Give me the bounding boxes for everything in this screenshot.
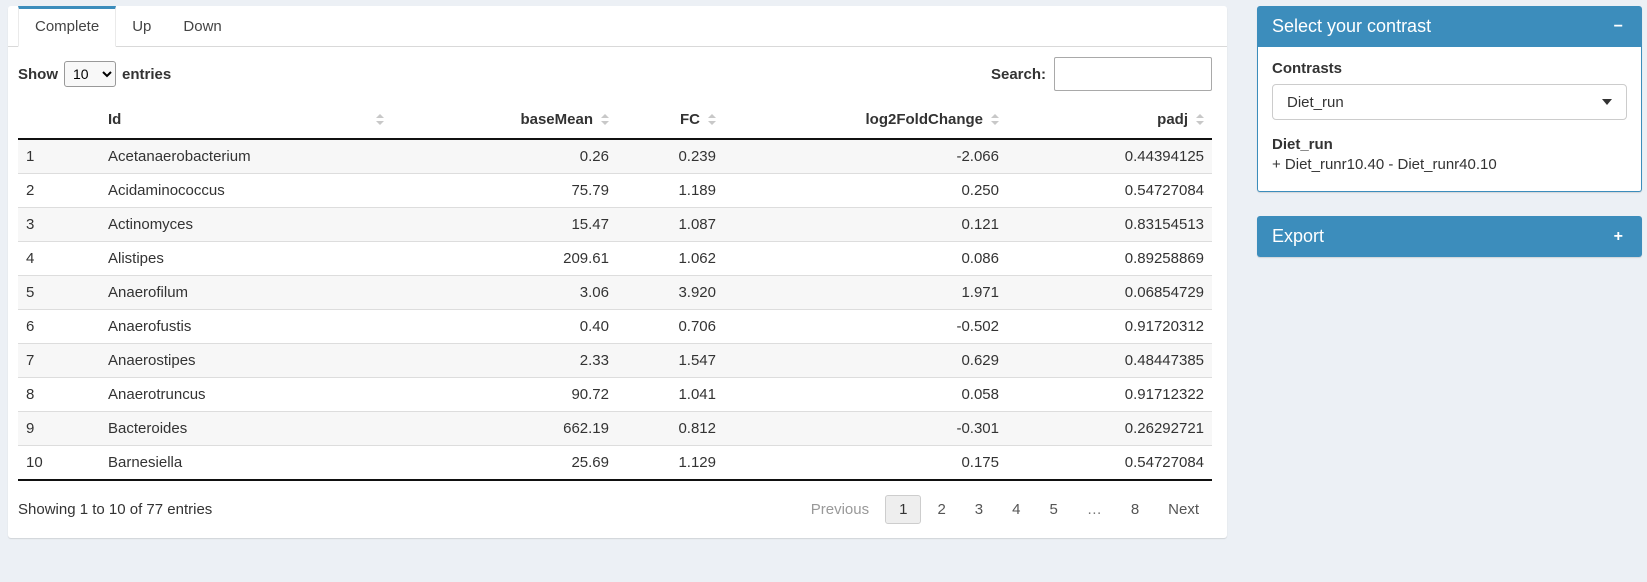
pagination-next[interactable]: Next <box>1155 496 1212 523</box>
contrasts-select-value: Diet_run <box>1287 94 1344 111</box>
contrasts-select[interactable]: Diet_run <box>1272 84 1627 120</box>
entries-label: entries <box>122 66 171 83</box>
page-length-select[interactable]: 10 <box>64 61 116 87</box>
pagination-ellipsis: … <box>1074 496 1115 523</box>
table-row[interactable]: 5 Anaerofilum 3.06 3.920 1.971 0.0685472… <box>18 276 1212 310</box>
column-header-index <box>18 101 100 139</box>
table-row[interactable]: 6 Anaerofustis 0.40 0.706 -0.502 0.91720… <box>18 310 1212 344</box>
search-control: Search: <box>991 57 1212 91</box>
sort-icon <box>1196 114 1204 125</box>
table-row[interactable]: 1 Acetanaerobacterium 0.26 0.239 -2.066 … <box>18 139 1212 174</box>
contrast-box-title: Select your contrast <box>1272 16 1431 37</box>
pagination-page-4[interactable]: 4 <box>999 496 1033 523</box>
export-box: Export + <box>1257 216 1642 257</box>
tab-up[interactable]: Up <box>116 6 167 47</box>
table-info: Showing 1 to 10 of 77 entries <box>18 501 212 518</box>
page-length-control: Show 10 entries <box>18 61 171 87</box>
column-header-padj[interactable]: padj <box>1007 101 1212 139</box>
collapse-plus-icon[interactable]: + <box>1610 227 1627 247</box>
sort-icon <box>991 114 999 125</box>
sort-icon <box>601 114 609 125</box>
search-label: Search: <box>991 66 1046 83</box>
tab-bar: Complete Up Down <box>8 6 1227 47</box>
sort-icon <box>376 114 384 125</box>
contrasts-label: Contrasts <box>1272 60 1627 77</box>
pagination: Previous 1 2 3 4 5 … 8 Next <box>795 495 1212 524</box>
contrast-name: Diet_run <box>1272 136 1627 153</box>
results-tabbox: Complete Up Down Show 10 entries Search: <box>8 6 1227 538</box>
pagination-page-1[interactable]: 1 <box>885 495 921 524</box>
tab-content: Show 10 entries Search: <box>8 47 1227 538</box>
tab-down[interactable]: Down <box>167 6 237 47</box>
header-row: Id baseMean FC log2FoldChange <box>18 101 1212 139</box>
pagination-page-5[interactable]: 5 <box>1036 496 1070 523</box>
table-row[interactable]: 8 Anaerotruncus 90.72 1.041 0.058 0.9171… <box>18 378 1212 412</box>
page: Complete Up Down Show 10 entries Search: <box>0 0 1647 582</box>
sidebar: Select your contrast − Contrasts Diet_ru… <box>1257 6 1642 257</box>
column-header-id[interactable]: Id <box>100 101 392 139</box>
column-header-fc[interactable]: FC <box>617 101 724 139</box>
column-header-basemean[interactable]: baseMean <box>392 101 617 139</box>
tab-complete[interactable]: Complete <box>18 6 116 47</box>
contrast-box: Select your contrast − Contrasts Diet_ru… <box>1257 6 1642 192</box>
table-footer: Showing 1 to 10 of 77 entries Previous 1… <box>18 481 1212 524</box>
contrast-box-header: Select your contrast − <box>1257 6 1642 47</box>
pagination-previous[interactable]: Previous <box>798 496 882 523</box>
table-row[interactable]: 3 Actinomyces 15.47 1.087 0.121 0.831545… <box>18 208 1212 242</box>
contrast-box-body: Contrasts Diet_run Diet_run + Diet_runr1… <box>1257 47 1642 192</box>
results-table: Id baseMean FC log2FoldChange <box>18 101 1212 481</box>
chevron-down-icon <box>1602 99 1612 105</box>
pagination-page-3[interactable]: 3 <box>962 496 996 523</box>
table-row[interactable]: 10 Barnesiella 25.69 1.129 0.175 0.54727… <box>18 446 1212 481</box>
pagination-page-2[interactable]: 2 <box>924 496 958 523</box>
column-header-log2foldchange[interactable]: log2FoldChange <box>724 101 1007 139</box>
show-label: Show <box>18 66 58 83</box>
table-row[interactable]: 9 Bacteroides 662.19 0.812 -0.301 0.2629… <box>18 412 1212 446</box>
collapse-minus-icon[interactable]: − <box>1610 17 1627 37</box>
table-row[interactable]: 4 Alistipes 209.61 1.062 0.086 0.8925886… <box>18 242 1212 276</box>
export-box-title: Export <box>1272 226 1324 247</box>
export-box-header: Export + <box>1257 216 1642 257</box>
search-input[interactable] <box>1054 57 1212 91</box>
contrast-formula: + Diet_runr10.40 - Diet_runr40.10 <box>1272 156 1627 173</box>
pagination-page-8[interactable]: 8 <box>1118 496 1152 523</box>
sort-icon <box>708 114 716 125</box>
table-row[interactable]: 2 Acidaminococcus 75.79 1.189 0.250 0.54… <box>18 174 1212 208</box>
table-row[interactable]: 7 Anaerostipes 2.33 1.547 0.629 0.484473… <box>18 344 1212 378</box>
table-controls: Show 10 entries Search: <box>18 57 1212 91</box>
